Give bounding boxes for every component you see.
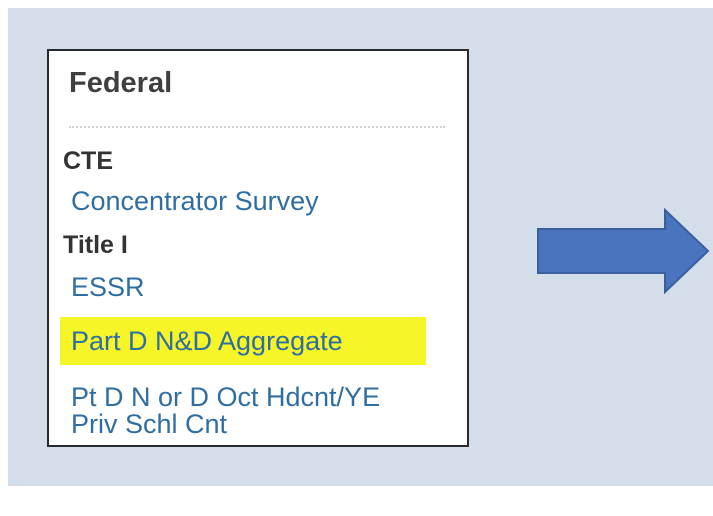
menu-link-priv-schl-cnt[interactable]: Priv Schl Cnt [71,411,227,438]
slide-canvas: Federal CTE Concentrator Survey Title I … [8,8,713,486]
menu-link-concentrator-survey[interactable]: Concentrator Survey [71,188,319,215]
menu-link-part-d-nd-aggregate[interactable]: Part D N&D Aggregate [71,328,343,355]
section-header-title-i: Title I [63,231,128,259]
right-arrow-icon [537,208,710,294]
menu-link-pt-d-n-or-d-oct-hdcnt[interactable]: Pt D N or D Oct Hdcnt/YE [71,384,380,411]
menu-link-essr[interactable]: ESSR [71,274,145,301]
federal-menu-panel: Federal CTE Concentrator Survey Title I … [47,49,469,447]
panel-title: Federal [69,67,173,99]
title-divider [69,126,445,128]
section-header-cte: CTE [63,147,113,175]
